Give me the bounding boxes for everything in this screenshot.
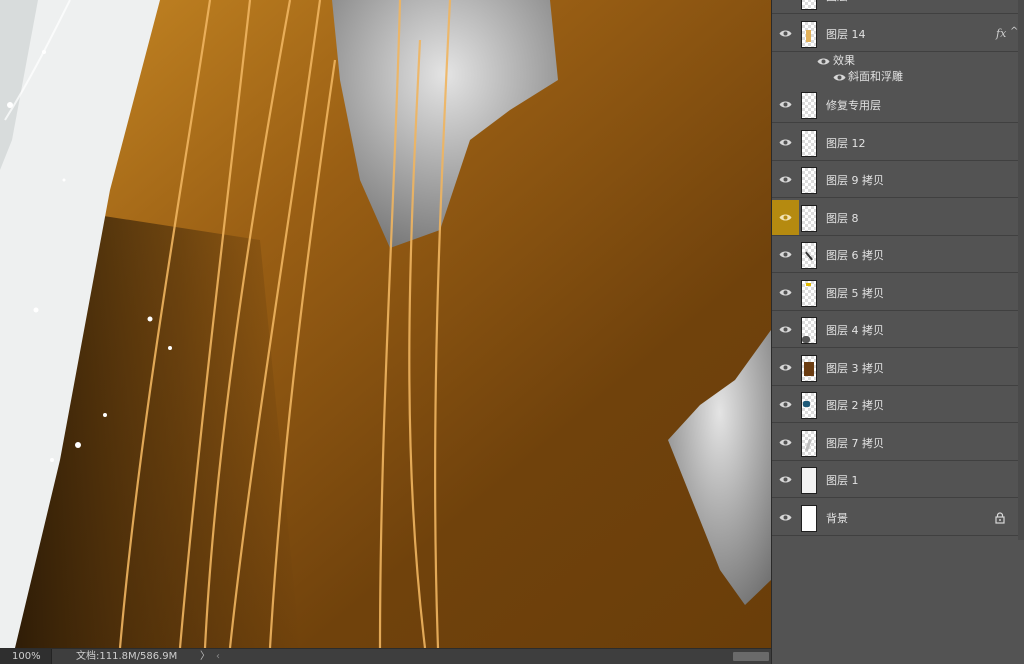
visibility-toggle[interactable] xyxy=(772,125,799,160)
layer-thumbnail xyxy=(801,355,817,382)
layer-thumbnail xyxy=(801,205,817,232)
visibility-toggle[interactable] xyxy=(772,312,799,347)
layer-name[interactable]: 图层 12 xyxy=(826,125,866,160)
scroll-left-arrow[interactable]: ‹ xyxy=(216,649,220,664)
visibility-toggle[interactable] xyxy=(772,87,799,122)
eye-icon xyxy=(779,364,792,371)
status-bar: 100% 文档:111.8M/586.9M 〉 ‹ xyxy=(0,648,771,664)
layer-thumbnail xyxy=(801,317,817,344)
layer-name[interactable]: 图层 4 拷贝 xyxy=(826,312,884,347)
visibility-toggle[interactable] xyxy=(772,350,799,385)
eye-icon[interactable] xyxy=(817,57,830,66)
effect-item-label: 斜面和浮雕 xyxy=(848,70,903,83)
eye-icon xyxy=(779,326,792,333)
layers-panel-empty-area xyxy=(772,540,1024,664)
layer-thumbnail xyxy=(801,92,817,119)
eye-icon xyxy=(779,176,792,183)
effects-header-row[interactable]: 效果 xyxy=(772,53,1019,69)
zoom-level-field[interactable]: 100% xyxy=(0,649,52,664)
visibility-toggle[interactable] xyxy=(772,275,799,310)
layer-thumbnail xyxy=(801,130,817,157)
layer-row[interactable]: 修复专用层 xyxy=(772,87,1019,123)
layer-row[interactable]: 图层 2 拷贝 xyxy=(772,387,1019,423)
layers-panel-scrollbar[interactable] xyxy=(1018,0,1024,540)
layer-row[interactable]: 背景 xyxy=(772,500,1019,536)
layer-thumbnail xyxy=(801,280,817,307)
layer-thumbnail xyxy=(801,467,817,494)
layer-row[interactable]: 图层 6 拷贝 xyxy=(772,237,1019,273)
layer-name[interactable]: 背景 xyxy=(826,500,848,535)
layer-name[interactable]: 图层 3 拷贝 xyxy=(826,350,884,385)
eye-icon xyxy=(779,514,792,521)
visibility-toggle[interactable] xyxy=(772,462,799,497)
canvas-artwork xyxy=(0,0,771,648)
effects-label: 效果 xyxy=(833,54,855,67)
visibility-toggle[interactable] xyxy=(772,500,799,535)
layer-name[interactable]: 图层 1 xyxy=(826,462,859,497)
visibility-toggle[interactable] xyxy=(772,16,799,51)
layer-row[interactable]: 图层 5 拷贝 xyxy=(772,275,1019,311)
layer-thumbnail xyxy=(801,0,817,10)
layer-row[interactable]: 图层 9 拷贝 xyxy=(772,162,1019,198)
layer-row[interactable]: 图层 3 拷贝 xyxy=(772,350,1019,386)
eye-icon xyxy=(779,439,792,446)
layer-name[interactable]: 图层 2 拷贝 xyxy=(826,387,884,422)
layer-name[interactable]: 修复专用层 xyxy=(826,87,881,122)
eye-icon xyxy=(779,251,792,258)
status-menu-arrow[interactable]: 〉 xyxy=(200,649,210,664)
layer-thumbnail xyxy=(801,505,817,532)
layer-thumbnail xyxy=(801,242,817,269)
layer-name[interactable]: 图层 14 xyxy=(826,16,866,51)
visibility-toggle[interactable] xyxy=(772,237,799,272)
layer-thumbnail xyxy=(801,21,817,48)
layer-name[interactable]: 图层 9 拷贝 xyxy=(826,162,884,197)
layer-row[interactable]: 图层 12 xyxy=(772,125,1019,161)
horizontal-scrollbar-thumb[interactable] xyxy=(733,652,769,661)
layer-row[interactable]: 图层 1 xyxy=(772,462,1019,498)
eye-icon xyxy=(779,214,792,221)
layer-name[interactable]: 图层 5 拷贝 xyxy=(826,275,884,310)
layer-row[interactable]: 图层 8 xyxy=(772,200,1019,236)
eye-icon xyxy=(779,289,792,296)
layer-name[interactable]: 图层 8 xyxy=(826,200,859,235)
eye-icon xyxy=(779,476,792,483)
eye-icon[interactable] xyxy=(833,73,846,82)
visibility-toggle[interactable] xyxy=(772,425,799,460)
effect-item-row[interactable]: 斜面和浮雕 xyxy=(772,69,1019,85)
eye-icon xyxy=(779,101,792,108)
lock-icon[interactable] xyxy=(994,512,1006,524)
visibility-toggle[interactable] xyxy=(772,387,799,422)
layer-thumbnail xyxy=(801,392,817,419)
document-canvas[interactable] xyxy=(0,0,771,648)
layer-thumbnail xyxy=(801,167,817,194)
layer-name[interactable]: 图层 6 拷贝 xyxy=(826,237,884,272)
eye-icon xyxy=(779,30,792,37)
layer-name[interactable]: 图层 13 xyxy=(826,0,866,13)
layers-panel: 图层 13 图层 14 fx ^ 效果 斜面和浮雕 修复专用层 图层 12 xyxy=(771,0,1024,664)
visibility-toggle[interactable] xyxy=(772,162,799,197)
fx-icon[interactable]: fx xyxy=(996,27,1006,40)
document-size-info: 文档:111.8M/586.9M xyxy=(76,651,178,662)
layer-thumbnail xyxy=(801,430,817,457)
eye-icon xyxy=(779,139,792,146)
layer-row[interactable]: 图层 4 拷贝 xyxy=(772,312,1019,348)
layer-row[interactable]: 图层 7 拷贝 xyxy=(772,425,1019,461)
eye-icon xyxy=(779,401,792,408)
visibility-toggle[interactable] xyxy=(772,0,799,13)
visibility-toggle[interactable] xyxy=(772,200,799,235)
layer-row[interactable]: 图层 14 fx ^ xyxy=(772,16,1019,52)
layer-name[interactable]: 图层 7 拷贝 xyxy=(826,425,884,460)
layer-row[interactable]: 图层 13 xyxy=(772,0,1019,14)
